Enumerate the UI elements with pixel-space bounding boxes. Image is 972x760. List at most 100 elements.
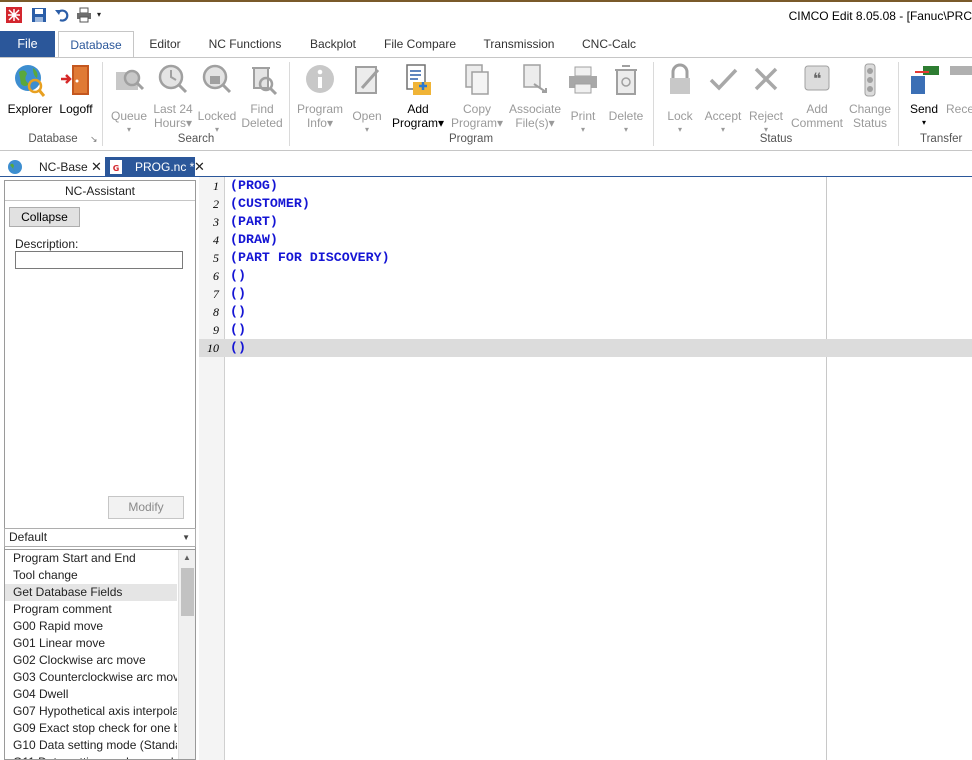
function-list-item[interactable]: G02 Clockwise arc move xyxy=(5,652,177,669)
function-set-combo[interactable]: Default ▼ xyxy=(4,528,196,547)
code-line[interactable]: 8 () xyxy=(199,303,972,321)
find-deleted-button[interactable]: Find Deleted xyxy=(240,62,284,130)
app-logo-icon[interactable] xyxy=(6,7,22,23)
logoff-label: Logoff xyxy=(59,102,93,116)
function-list-item[interactable]: Program Start and End xyxy=(5,550,177,567)
description-input[interactable] xyxy=(15,251,183,269)
explorer-button[interactable]: Explorer xyxy=(6,62,54,116)
function-list-item[interactable]: G11 Data setting mode cancel xyxy=(5,754,177,759)
queue-label: Queue xyxy=(110,109,148,123)
open-button[interactable]: Open ▾ xyxy=(348,62,386,137)
scrollbar-thumb[interactable] xyxy=(181,568,194,616)
last-24-label: Last 24 xyxy=(153,102,193,116)
close-prog-nc-icon[interactable]: ✕ xyxy=(194,157,205,177)
last-24-hours-button[interactable]: Last 24 Hours▾ xyxy=(152,62,194,130)
function-list-item[interactable]: G07 Hypothetical axis interpolati... xyxy=(5,703,177,720)
queue-button[interactable]: Queue ▾ xyxy=(108,62,150,137)
close-nc-base-icon[interactable]: ✕ xyxy=(91,157,102,177)
code-line[interactable]: 7 () xyxy=(199,285,972,303)
tab-cnc-calc[interactable]: CNC-Calc xyxy=(576,31,642,57)
function-list-scrollbar[interactable]: ▲ xyxy=(178,550,195,759)
function-list-item[interactable]: G10 Data setting mode (Standa... xyxy=(5,737,177,754)
accept-check-icon xyxy=(709,68,738,91)
window-title: CIMCO Edit 8.05.08 - [Fanuc\PRC xyxy=(788,9,972,23)
send-button[interactable]: Send ▾ xyxy=(904,62,944,130)
line-number: 1 xyxy=(213,179,219,193)
code-text: (PROG) xyxy=(230,178,278,193)
locked-button[interactable]: Locked ▾ xyxy=(196,62,238,137)
function-list-item[interactable]: G01 Linear move xyxy=(5,635,177,652)
group-label-database: Database xyxy=(28,133,78,145)
traffic-light-icon xyxy=(864,63,876,97)
save-icon[interactable] xyxy=(31,7,47,23)
scroll-up-icon[interactable]: ▲ xyxy=(183,553,191,562)
lock-dropdown-icon: ▾ xyxy=(677,125,682,134)
delete-dropdown-icon: ▾ xyxy=(623,125,628,134)
add-comment-label: Add xyxy=(806,102,828,116)
code-text: () xyxy=(230,286,246,301)
delete-button[interactable]: Delete ▾ xyxy=(605,62,647,137)
tab-file[interactable]: File xyxy=(0,31,55,57)
lock-button[interactable]: Lock ▾ xyxy=(660,62,700,137)
collapse-button[interactable]: Collapse xyxy=(9,207,80,227)
tab-backplot[interactable]: Backplot xyxy=(303,31,363,57)
associate-files-button[interactable]: Associate File(s)▾ xyxy=(507,62,563,130)
explorer-globe-icon xyxy=(15,65,46,97)
code-line[interactable]: 4 (DRAW) xyxy=(199,231,972,249)
function-list-item[interactable]: G03 Counterclockwise arc move xyxy=(5,669,177,686)
undo-icon[interactable] xyxy=(54,7,70,23)
line-number: 8 xyxy=(213,305,219,319)
tab-nc-functions[interactable]: NC Functions xyxy=(202,31,288,57)
code-line[interactable]: 2 (CUSTOMER) xyxy=(199,195,972,213)
program-info-button[interactable]: Program Info▾ xyxy=(294,62,346,130)
code-line[interactable]: 10 () xyxy=(199,339,972,357)
accept-dropdown-icon: ▾ xyxy=(720,125,725,134)
tab-prog-nc[interactable]: G PROG.nc * xyxy=(105,157,195,177)
code-line[interactable]: 9 () xyxy=(199,321,972,339)
print-button[interactable]: Print ▾ xyxy=(565,62,601,137)
change-status-button[interactable]: Change Status xyxy=(846,62,894,130)
nc-base-globe-icon xyxy=(7,159,23,175)
prog-nc-label: PROG.nc * xyxy=(135,160,195,174)
code-line[interactable]: 5 (PART FOR DISCOVERY) xyxy=(199,249,972,267)
nc-file-icon: G xyxy=(110,160,122,174)
copy-program-label: Copy xyxy=(462,102,491,116)
modify-button[interactable]: Modify xyxy=(108,496,184,519)
tab-database[interactable]: Database xyxy=(58,31,134,58)
reject-button[interactable]: Reject ▾ xyxy=(745,62,787,137)
function-list-item[interactable]: Get Database Fields xyxy=(5,584,177,601)
group-label-transfer: Transfer xyxy=(920,133,963,145)
locked-label: Locked xyxy=(197,109,237,123)
receive-button[interactable]: Rece xyxy=(946,62,972,116)
accept-button[interactable]: Accept ▾ xyxy=(702,62,744,137)
add-program-label: Add xyxy=(407,102,429,116)
tab-file-compare[interactable]: File Compare xyxy=(379,31,461,57)
last-24-label-2: Hours▾ xyxy=(153,116,193,130)
add-program-button[interactable]: Add Program▾ xyxy=(389,62,447,130)
function-list-item[interactable]: Tool change xyxy=(5,567,177,584)
logoff-button[interactable]: Logoff xyxy=(56,62,96,116)
print-icon[interactable] xyxy=(76,7,92,23)
tab-editor[interactable]: Editor xyxy=(142,31,188,57)
code-line[interactable]: 6 () xyxy=(199,267,972,285)
function-list-item[interactable]: Program comment xyxy=(5,601,177,618)
tab-transmission[interactable]: Transmission xyxy=(478,31,560,57)
function-list-item[interactable]: G00 Rapid move xyxy=(5,618,177,635)
tab-nc-base[interactable]: NC-Base xyxy=(39,157,88,177)
logoff-door-icon xyxy=(61,65,89,95)
function-list-item[interactable]: G04 Dwell xyxy=(5,686,177,703)
chevron-down-icon: ▼ xyxy=(182,533,190,542)
code-line[interactable]: 3 (PART) xyxy=(199,213,972,231)
line-number: 2 xyxy=(213,197,219,211)
dialog-launcher-icon[interactable]: ↘ xyxy=(90,134,98,145)
code-line[interactable]: 1 (PROG) xyxy=(199,177,972,195)
qat-customize-icon[interactable]: ▾ xyxy=(97,10,107,26)
line-number: 7 xyxy=(213,287,219,301)
copy-program-button[interactable]: Copy Program▾ xyxy=(449,62,505,130)
associate-label: Associate xyxy=(508,102,562,116)
add-comment-button[interactable]: ❝ Add Comment xyxy=(789,62,845,130)
code-text: () xyxy=(230,268,246,283)
code-editor[interactable]: 1 (PROG) 2 (CUSTOMER) 3 (PART) 4 (DRAW) 5 (PART F… xyxy=(199,177,972,760)
function-set-value: Default xyxy=(9,530,48,544)
function-list-item[interactable]: G09 Exact stop check for one b... xyxy=(5,720,177,737)
